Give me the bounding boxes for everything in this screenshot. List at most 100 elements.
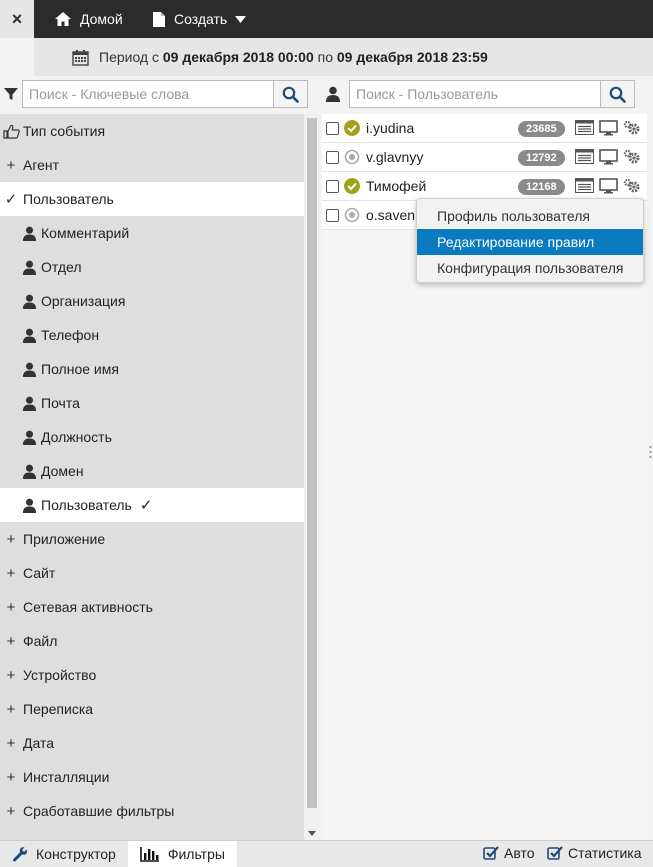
thumb-icon xyxy=(2,124,20,139)
home-button[interactable]: Домой xyxy=(54,0,123,38)
period-bar[interactable]: Период с 09 декабря 2018 00:00 по 09 дек… xyxy=(34,38,653,76)
tree-item-agent[interactable]: + Агент xyxy=(0,148,304,182)
panel-resize-handle[interactable] xyxy=(649,445,652,459)
tree-item-date[interactable]: + Дата xyxy=(0,726,304,760)
wrench-icon xyxy=(12,846,28,862)
user-name[interactable]: i.yudina xyxy=(366,120,414,136)
tree-item-label: Почта xyxy=(41,395,80,411)
monitor-icon[interactable] xyxy=(599,149,618,168)
tree-item-installs[interactable]: + Инсталляции xyxy=(0,760,304,794)
monitor-icon[interactable] xyxy=(599,120,618,139)
tree-item-label: Пользователь xyxy=(41,497,132,513)
plus-icon: + xyxy=(6,700,16,718)
online-status-icon xyxy=(344,178,360,194)
check-icon: ✓ xyxy=(4,191,18,208)
tree-item-label: Устройство xyxy=(23,667,97,683)
menu-item-edit-rules[interactable]: Редактирование правил xyxy=(417,229,643,255)
tree-item-department[interactable]: Отдел xyxy=(0,250,304,284)
tree-item-application[interactable]: + Приложение xyxy=(0,522,304,556)
user-name[interactable]: o.saven xyxy=(366,207,415,223)
menu-item-user-config[interactable]: Конфигурация пользователя xyxy=(417,255,643,281)
user-checkbox[interactable] xyxy=(326,179,339,193)
user-name[interactable]: v.glavnyy xyxy=(366,149,423,165)
tree-item-domain[interactable]: Домен xyxy=(0,454,304,488)
tree-item-label: Комментарий xyxy=(41,225,130,241)
tree-item-label: Должность xyxy=(41,429,112,445)
user-icon xyxy=(20,260,38,275)
user-search-input[interactable] xyxy=(350,81,600,107)
list-icon[interactable] xyxy=(575,120,594,139)
user-checkbox[interactable] xyxy=(326,121,339,135)
top-nav-bar: × Домой Создать xyxy=(0,0,653,38)
scroll-down-icon[interactable] xyxy=(308,831,316,836)
constructor-label: Конструктор xyxy=(36,846,116,862)
user-checkbox[interactable] xyxy=(326,208,339,222)
user-row[interactable]: Тимофей 12168 xyxy=(322,172,647,201)
keyword-search-button[interactable] xyxy=(274,80,308,108)
tree-scrollbar[interactable] xyxy=(304,114,320,840)
tree-item-network[interactable]: + Сетевая активность xyxy=(0,590,304,624)
bar-chart-icon xyxy=(140,846,160,862)
user-icon xyxy=(20,294,38,309)
plus-icon: + xyxy=(6,666,16,684)
tree-item-comment[interactable]: Комментарий xyxy=(0,216,304,250)
list-icon[interactable] xyxy=(575,149,594,168)
user-search-button[interactable] xyxy=(601,80,635,108)
bottom-bar: Конструктор Фильтры Авто Статистика xyxy=(0,840,653,867)
user-search-row xyxy=(322,78,653,110)
tree-item-site[interactable]: + Сайт xyxy=(0,556,304,590)
period-prefix: Период с xyxy=(99,49,163,65)
tree-item-label: Организация xyxy=(41,293,126,309)
tree-item-user[interactable]: Пользователь ✓ xyxy=(0,488,304,522)
filter-tree: Тип события + Агент ✓ Пользователь Комме… xyxy=(0,114,304,840)
event-count-badge: 12168 xyxy=(518,179,565,195)
tree-item-device[interactable]: + Устройство xyxy=(0,658,304,692)
user-icon xyxy=(20,396,38,411)
search-icon xyxy=(609,86,626,103)
menu-item-user-profile[interactable]: Профиль пользователя xyxy=(417,203,643,229)
tree-item-position[interactable]: Должность xyxy=(0,420,304,454)
period-from: 09 декабря 2018 00:00 xyxy=(162,49,314,65)
close-tab-button[interactable]: × xyxy=(0,0,34,38)
user-icon xyxy=(20,464,38,479)
tree-item-correspondence[interactable]: + Переписка xyxy=(0,692,304,726)
plus-icon: + xyxy=(6,768,16,786)
tree-item-triggered-filters[interactable]: + Сработавшие фильтры xyxy=(0,794,304,828)
filter-icon[interactable] xyxy=(0,87,22,101)
create-label: Создать xyxy=(174,11,228,27)
list-icon[interactable] xyxy=(575,178,594,197)
user-icon xyxy=(322,86,344,102)
scrollbar-thumb[interactable] xyxy=(307,118,317,808)
gears-icon[interactable] xyxy=(623,178,641,197)
gears-icon[interactable] xyxy=(623,149,641,168)
keyword-search-input[interactable] xyxy=(23,81,273,107)
auto-toggle[interactable]: Авто xyxy=(483,845,535,861)
user-icon xyxy=(20,328,38,343)
tab-constructor[interactable]: Конструктор xyxy=(0,841,128,867)
tree-item-email[interactable]: Почта xyxy=(0,386,304,420)
tree-item-label: Телефон xyxy=(41,327,100,343)
tree-item-label: Пользователь xyxy=(23,191,114,207)
tab-filters[interactable]: Фильтры xyxy=(127,840,237,867)
home-icon xyxy=(54,11,72,27)
user-icon xyxy=(20,362,38,377)
tree-item-user-group[interactable]: ✓ Пользователь xyxy=(0,182,304,216)
tree-item-phone[interactable]: Телефон xyxy=(0,318,304,352)
tree-item-organization[interactable]: Организация xyxy=(0,284,304,318)
monitor-icon[interactable] xyxy=(599,178,618,197)
plus-icon: + xyxy=(6,530,16,548)
gears-icon[interactable] xyxy=(623,120,641,139)
caret-down-icon xyxy=(235,15,247,23)
user-checkbox[interactable] xyxy=(326,150,339,164)
checkbox-checked-icon xyxy=(483,845,499,861)
statistics-toggle[interactable]: Статистика xyxy=(547,845,642,861)
user-row[interactable]: i.yudina 23685 xyxy=(322,114,647,143)
tree-item-event-type[interactable]: Тип события xyxy=(0,114,304,148)
tree-item-label: Инсталляции xyxy=(23,769,110,785)
user-row[interactable]: v.glavnyy 12792 xyxy=(322,143,647,172)
tree-item-full-name[interactable]: Полное имя xyxy=(0,352,304,386)
tree-item-file[interactable]: + Файл xyxy=(0,624,304,658)
tree-item-label: Отдел xyxy=(41,259,82,275)
user-name[interactable]: Тимофей xyxy=(366,178,426,194)
create-dropdown-button[interactable]: Создать xyxy=(152,0,247,38)
